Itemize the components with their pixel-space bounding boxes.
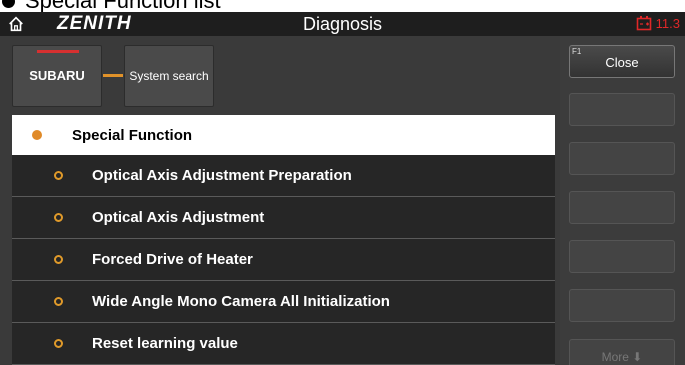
header-bullet-icon [32,130,42,140]
list-item[interactable]: Reset learning value [12,323,555,365]
document-caption: Special Function list [0,0,685,12]
list-item[interactable]: Forced Drive of Heater [12,239,555,281]
more-button[interactable]: More ⬇ [569,339,675,365]
list-item-label: Optical Axis Adjustment [92,209,265,226]
list-item[interactable]: Wide Angle Mono Camera All Initializatio… [12,281,555,323]
main-area: SUBARU System search Special Function Op… [0,36,685,365]
list-item[interactable]: Optical Axis Adjustment [12,197,555,239]
list-header[interactable]: Special Function [12,115,555,155]
caption-bullet [2,0,15,8]
breadcrumb-connector [103,74,123,77]
function-list: Special Function Optical Axis Adjustment… [12,115,555,365]
caption-text: Special Function list [25,0,221,12]
function-key-button-3[interactable] [569,142,675,175]
more-button-label: More ⬇ [601,350,643,364]
close-button-label: Close [605,55,639,70]
battery-status: 11.3 [636,15,680,31]
list-item-label: Reset learning value [92,335,238,352]
page-title: Diagnosis [302,14,383,34]
bullet-icon [54,297,63,306]
bullet-icon [54,213,63,222]
list-item[interactable]: Optical Axis Adjustment Preparation [12,155,555,197]
list-item-label: Forced Drive of Heater [92,251,253,268]
function-key-button-2[interactable] [569,93,675,126]
close-button[interactable]: F1 Close [569,45,675,78]
list-header-label: Special Function [72,126,193,144]
breadcrumb-brand-button[interactable]: SUBARU [12,44,102,107]
function-key-button-4[interactable] [569,191,675,224]
bullet-icon [54,171,63,180]
list-item-label: Wide Angle Mono Camera All Initializatio… [92,293,390,310]
battery-icon [636,16,651,31]
breadcrumb-system-button[interactable]: System search [124,44,214,107]
breadcrumb-system-label: System search [129,68,209,83]
battery-voltage: 11.3 [655,15,680,31]
bullet-icon [54,255,63,264]
bullet-icon [54,339,63,348]
breadcrumb-brand-label: SUBARU [29,68,85,83]
list-item-label: Optical Axis Adjustment Preparation [92,167,352,184]
breadcrumb: SUBARU System search [12,44,214,107]
function-key-sidebar: F1 Close More ⬇ [560,36,685,365]
function-key-button-5[interactable] [569,240,675,273]
function-key-button-6[interactable] [569,289,675,322]
title-bar: ZENITH Diagnosis 11.3 [0,12,685,36]
